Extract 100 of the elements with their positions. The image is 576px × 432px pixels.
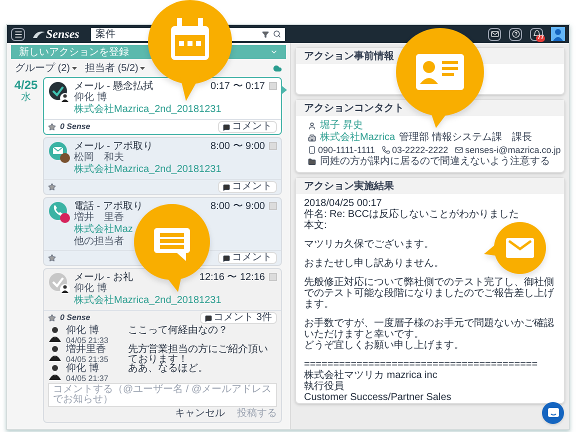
chevron-down-icon xyxy=(270,48,278,56)
mail-icon xyxy=(455,146,464,154)
person-avatar-icon xyxy=(48,364,62,380)
result-text: どうぞ宜しくお願い申し上げます。 xyxy=(304,340,465,351)
result-text: マツリカ久保でございます。 xyxy=(304,239,435,250)
comment-button[interactable]: コメント xyxy=(218,252,277,264)
envelope-avatar-icon xyxy=(48,141,70,163)
action-time: 8:00 〜 9:00 xyxy=(210,141,265,152)
comment-icon xyxy=(223,254,230,262)
cloud-icon[interactable] xyxy=(273,64,282,72)
person-name: 松岡 和夫 xyxy=(74,152,124,163)
phone-avatar-icon xyxy=(48,201,70,223)
action-time: 0:17 〜 0:17 xyxy=(210,81,265,92)
menu-button[interactable] xyxy=(11,28,25,40)
action-title: メール - お礼 xyxy=(74,272,133,283)
action-title: 電話 - アポ取り xyxy=(74,201,143,212)
sense-count: 0 Sense xyxy=(60,312,90,324)
result-text: おまたせし申し訳ありません。 xyxy=(304,258,445,269)
comment-date: 04/05 21:35 xyxy=(66,355,108,364)
comment-button[interactable]: コメント xyxy=(218,181,277,193)
checkmark-avatar-icon xyxy=(48,272,70,294)
mail-icon xyxy=(490,30,498,38)
section-title: アクションコンタクト xyxy=(304,102,404,116)
filter-dropdown[interactable]: 担当者 (5/2) xyxy=(85,62,146,74)
section-title: アクション実施結果 xyxy=(304,179,394,194)
result-text: お手数ですが、一度層子様のお手元で問題ないかご確認いただけますと幸いです。 xyxy=(304,318,555,340)
comment-text: ああ、なるほど。 xyxy=(128,364,208,374)
action-time: 12:16 〜 12:16 xyxy=(199,272,265,283)
date-day: 4/25 xyxy=(14,79,38,92)
phone-number: 03-2222-2222 xyxy=(392,144,448,156)
comment-button[interactable]: コメント 3件 xyxy=(200,312,277,324)
action-title: メール - 懸念払拭 xyxy=(74,81,153,92)
commenter-name: 仰化 博 xyxy=(66,326,99,336)
card-checkbox[interactable] xyxy=(269,82,277,90)
person-avatar-icon xyxy=(48,345,62,361)
action-card[interactable] xyxy=(43,268,282,423)
email-address: senses-i@mazrica.co.jp xyxy=(465,144,561,156)
menu-icon xyxy=(14,30,22,38)
comment-button[interactable]: コメント xyxy=(218,121,277,133)
result-text: 本文: xyxy=(304,220,328,231)
person-name: 仰化 博 xyxy=(74,283,107,294)
help-button[interactable] xyxy=(509,28,522,40)
comment-text: ここって何経由なの？ xyxy=(128,326,228,336)
mobile-icon xyxy=(308,146,316,154)
person-avatar-icon xyxy=(48,326,62,342)
person-name: 増井 里香 xyxy=(74,212,124,223)
star-icon[interactable] xyxy=(48,183,56,191)
logo-wave-icon xyxy=(33,30,45,38)
card-checkbox[interactable] xyxy=(269,142,277,150)
mail-button[interactable] xyxy=(488,28,501,40)
action-card[interactable]: メール - アポ取り 松岡 和夫 株式会社Mazrica_2nd_20181231 8:00 〜 9:00 コメント xyxy=(43,137,282,195)
filter-icon[interactable] xyxy=(262,30,270,38)
comment-date: 04/05 21:33 xyxy=(66,336,108,345)
comment-icon xyxy=(223,184,230,190)
card-checkbox[interactable] xyxy=(269,273,277,281)
chat-icon xyxy=(548,408,558,418)
user-avatar-icon[interactable] xyxy=(551,27,565,41)
envelope-callout-tooltip xyxy=(482,222,546,274)
result-text: 執行役員 xyxy=(304,381,345,392)
help-icon xyxy=(512,30,520,38)
star-icon[interactable] xyxy=(48,314,56,322)
form-button[interactable]: キャンセル xyxy=(175,408,225,420)
pointer-icon xyxy=(282,86,287,94)
result-text: Customer Success/Partner Sales xyxy=(304,392,452,403)
result-text: 株式会社マツリカ mazrica inc xyxy=(304,370,438,381)
result-text: ======================================== xyxy=(304,359,539,370)
banner-text: 新しいアクションを登録 xyxy=(19,46,129,58)
date-weekday: 水 xyxy=(21,92,31,103)
action-time: 8:00 〜 9:00 xyxy=(210,201,265,212)
commenter-name: 増井里香 xyxy=(66,345,106,355)
card-checkbox[interactable] xyxy=(269,202,277,210)
search-icon[interactable] xyxy=(273,30,282,38)
result-text: 先般修正対応について弊社側でのテスト完了し、御社側でのテスト可能な段階になりましたのでご報告差し上げます。 xyxy=(304,277,555,310)
phone-icon xyxy=(382,146,390,154)
comment-icon xyxy=(223,124,230,130)
star-icon[interactable] xyxy=(48,123,56,131)
person-name: 仰化 博 xyxy=(74,92,107,103)
result-text: 件名: Re: BCCは反応しないことがわかりました xyxy=(304,209,520,220)
mobile-number: 090-1111-1111 xyxy=(318,144,376,156)
caret-icon xyxy=(72,66,77,70)
action-title: メール - アポ取り xyxy=(74,141,153,152)
comment-icon xyxy=(204,314,212,322)
checkmark-avatar-icon xyxy=(48,81,70,103)
sense-count: 0 Sense xyxy=(60,121,90,133)
star-icon[interactable] xyxy=(48,254,56,262)
commenter-name: 仰化 博 xyxy=(66,364,99,374)
filter-dropdown[interactable]: グループ (2) xyxy=(15,62,77,74)
contact-note: 同姓の方が課内に居るので間違えないよう注意する xyxy=(320,156,550,168)
comment-text: 先方営業担当の方にご紹介頂いております！ xyxy=(128,345,269,365)
building-icon xyxy=(308,134,316,142)
department-text: 管理部 情報システム課 課長 xyxy=(399,132,532,144)
folder-icon xyxy=(308,158,316,166)
comment-field[interactable]: コメントする（@ユーザー名 / @メールアドレスでお知らせ） xyxy=(48,383,277,407)
search-value: 案件 xyxy=(95,28,116,40)
person-icon xyxy=(308,122,316,130)
others-label: 他の担当者 xyxy=(74,236,124,247)
comment-date: 04/05 21:37 xyxy=(66,374,108,383)
app-logo[interactable]: Senses xyxy=(46,27,80,41)
result-text: 2018/04/25 00:17 xyxy=(304,198,383,209)
section-title: アクション事前情報 xyxy=(304,50,394,64)
